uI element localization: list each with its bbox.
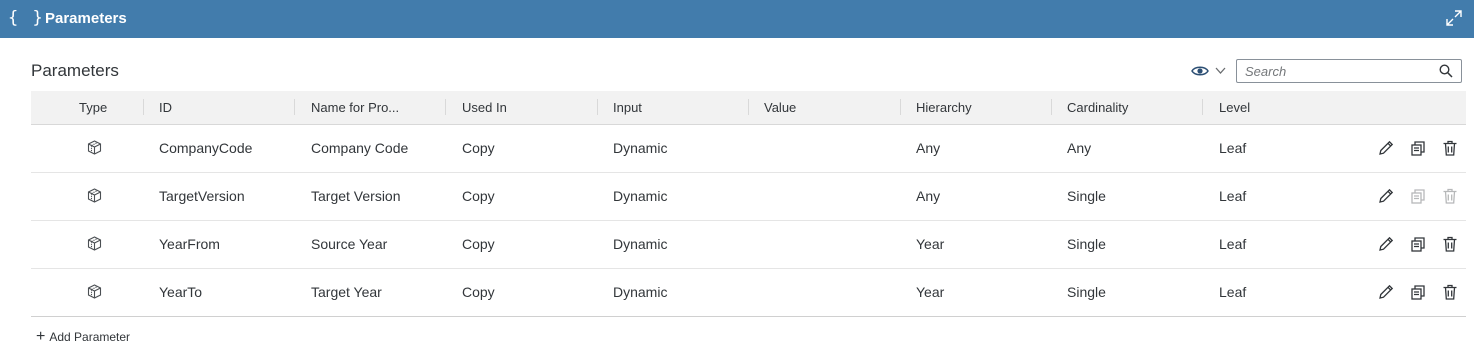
table-header: Type ID Name for Pro... Used In Input Va…	[31, 91, 1466, 125]
cell-used-in: Copy	[462, 236, 495, 252]
search-icon[interactable]	[1439, 64, 1453, 78]
search-field[interactable]	[1236, 59, 1462, 83]
cell-input: Dynamic	[613, 188, 668, 204]
cell-id: YearTo	[159, 284, 203, 300]
add-parameter-label: Add Parameter	[49, 330, 131, 344]
copy-icon	[1411, 189, 1425, 204]
search-input[interactable]	[1237, 60, 1443, 82]
add-parameter-button[interactable]: + Add Parameter	[36, 328, 131, 345]
cell-level: Leaf	[1219, 140, 1247, 156]
column-header-level[interactable]: Level	[1219, 100, 1250, 115]
edit-icon[interactable]	[1377, 283, 1395, 301]
cube-icon	[87, 188, 102, 203]
edit-icon[interactable]	[1377, 187, 1395, 205]
column-separator[interactable]	[143, 99, 144, 115]
cube-icon	[87, 140, 102, 155]
cube-icon	[87, 236, 102, 251]
column-header-cardinality[interactable]: Cardinality	[1067, 100, 1128, 115]
column-header-id[interactable]: ID	[159, 100, 172, 115]
column-separator[interactable]	[597, 99, 598, 115]
cell-name: Target Year	[311, 284, 382, 300]
copy-icon[interactable]	[1409, 235, 1427, 253]
column-header-input[interactable]: Input	[613, 100, 642, 115]
delete-icon[interactable]	[1441, 139, 1459, 157]
cell-id: TargetVersion	[159, 188, 245, 204]
cell-hierarchy: Any	[916, 140, 941, 156]
copy-icon[interactable]	[1409, 139, 1427, 157]
section-title: Parameters	[31, 61, 119, 80]
delete-icon[interactable]	[1441, 283, 1459, 301]
column-header-type[interactable]: Type	[79, 100, 107, 115]
column-separator[interactable]	[294, 99, 295, 115]
eye-icon[interactable]	[1191, 64, 1209, 78]
cell-id: YearFrom	[159, 236, 220, 252]
cell-used-in: Copy	[462, 188, 495, 204]
cell-id: CompanyCode	[159, 140, 253, 156]
column-header-name[interactable]: Name for Pro...	[311, 100, 399, 115]
cell-level: Leaf	[1219, 188, 1247, 204]
column-header-used-in[interactable]: Used In	[462, 100, 507, 115]
panel-title: Parameters	[45, 10, 127, 27]
cell-hierarchy: Any	[916, 188, 941, 204]
cell-level: Leaf	[1219, 236, 1247, 252]
cell-hierarchy: Year	[916, 236, 945, 252]
cell-input: Dynamic	[613, 140, 668, 156]
edit-icon[interactable]	[1377, 235, 1395, 253]
column-header-hierarchy[interactable]: Hierarchy	[916, 100, 972, 115]
cell-cardinality: Single	[1067, 284, 1106, 300]
column-header-value[interactable]: Value	[764, 100, 796, 115]
delete-icon	[1443, 188, 1457, 204]
column-separator[interactable]	[748, 99, 749, 115]
table-row[interactable]: CompanyCode Company Code Copy Dynamic An…	[31, 125, 1466, 173]
parameters-table: Type ID Name for Pro... Used In Input Va…	[31, 91, 1466, 317]
expand-icon[interactable]	[1446, 10, 1462, 26]
column-separator[interactable]	[1202, 99, 1203, 115]
cell-name: Target Version	[311, 188, 401, 204]
table-row[interactable]: YearFrom Source Year Copy Dynamic Year S…	[31, 221, 1466, 269]
column-separator[interactable]	[900, 99, 901, 115]
cell-cardinality: Single	[1067, 236, 1106, 252]
cell-name: Source Year	[311, 236, 388, 252]
cell-used-in: Copy	[462, 284, 495, 300]
cell-hierarchy: Year	[916, 284, 945, 300]
cell-cardinality: Single	[1067, 188, 1106, 204]
table-row[interactable]: YearTo Target Year Copy Dynamic Year Sin…	[31, 269, 1466, 317]
cell-used-in: Copy	[462, 140, 495, 156]
copy-icon[interactable]	[1409, 283, 1427, 301]
cell-level: Leaf	[1219, 284, 1247, 300]
panel-header: { } Parameters	[0, 0, 1474, 38]
cell-name: Company Code	[311, 140, 409, 156]
cell-cardinality: Any	[1067, 140, 1092, 156]
parameters-braces-icon: { }	[8, 8, 45, 28]
edit-icon[interactable]	[1377, 139, 1395, 157]
column-separator[interactable]	[445, 99, 446, 115]
column-separator[interactable]	[1051, 99, 1052, 115]
plus-icon: +	[36, 328, 46, 345]
table-row[interactable]: TargetVersion Target Version Copy Dynami…	[31, 173, 1466, 221]
cell-input: Dynamic	[613, 236, 668, 252]
cube-icon	[87, 284, 102, 299]
cell-input: Dynamic	[613, 284, 668, 300]
chevron-down-icon[interactable]	[1215, 66, 1226, 75]
delete-icon[interactable]	[1441, 235, 1459, 253]
